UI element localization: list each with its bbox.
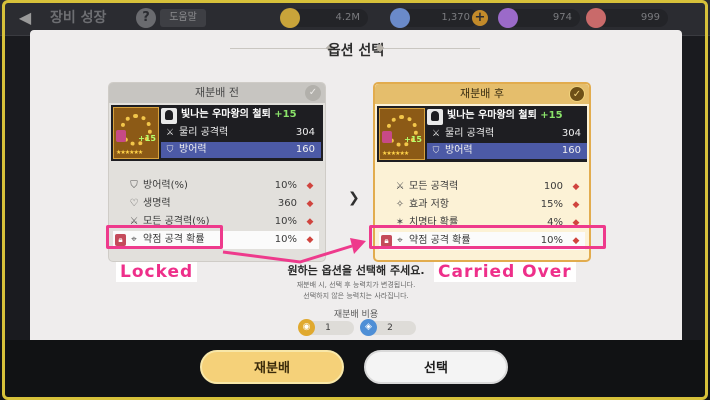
- target-icon: ⌖: [397, 235, 403, 246]
- ticket-icon: [586, 8, 606, 28]
- main-stat-row: ⚔ 물리 공격력 304: [431, 128, 581, 139]
- chevron-right-icon: ❯: [348, 190, 360, 206]
- reroll-icon: ◆: [306, 217, 314, 227]
- critical-icon: ✶: [395, 217, 405, 228]
- locked-option-row: 🔒︎ ⌖ 약점 공격 확률 10% ◆: [113, 231, 319, 249]
- blue-stone-icon: ◈: [360, 319, 377, 336]
- option-row: ⛉ 방어력(%) 10% ◆: [130, 180, 314, 191]
- ticket-currency: 999: [586, 8, 668, 28]
- gold-coin-icon: ◉: [298, 319, 315, 336]
- item-summary: +15 ★★★★★★ 빛나는 우마왕의 철퇴 +15 ⚔ 물리 공격력 304 ⛉…: [377, 106, 587, 162]
- reroll-icon: ◆: [572, 218, 580, 228]
- target-icon: ⌖: [131, 234, 137, 245]
- shield-pct-icon: ⛉: [130, 180, 138, 191]
- reroll-icon: ◆: [306, 181, 314, 191]
- carried-over-annotation: Carried Over: [434, 262, 576, 282]
- bottom-bar: [0, 340, 710, 400]
- reroll-icon: ◆: [306, 199, 314, 209]
- screen-title: 장비 성장: [50, 10, 107, 26]
- heart-icon: ♡: [129, 198, 139, 209]
- avatar: [427, 109, 443, 125]
- after-card-header: 재분배 후: [375, 84, 589, 104]
- item-name: 빛나는 우마왕의 철퇴 +15: [447, 110, 563, 121]
- guide-sub: 선택하지 않은 능력치는 사라집니다.: [303, 292, 409, 300]
- mace-item-icon: +15 ★★★★★★: [113, 107, 159, 159]
- after-redistribution-card[interactable]: 재분배 후 ✓ +15 ★★★★★★ 빛나는 우마왕의 철퇴 +15 ⚔ 물리 공…: [373, 82, 591, 262]
- item-name: 빛나는 우마왕의 철퇴 +15: [181, 109, 297, 120]
- reroll-icon: ◆: [572, 200, 580, 210]
- help-button[interactable]: 도움말: [160, 9, 206, 27]
- gem-icon: [390, 8, 410, 28]
- stamina-icon: [498, 8, 518, 28]
- shield-icon: ⛉: [432, 146, 440, 156]
- option-row: ✶ 치명타 확률 4% ◆: [395, 217, 580, 228]
- redistribute-button[interactable]: 재분배: [200, 350, 344, 384]
- option-row: ✧ 효과 저항 15% ◆: [395, 199, 580, 210]
- avatar: [161, 108, 177, 124]
- lock-icon[interactable]: 🔒︎: [381, 235, 392, 247]
- sword-icon: ⚔: [431, 129, 441, 139]
- main-stat-row: ⛉ 방어력 160: [427, 143, 587, 159]
- cost-gold: ◉ 1: [298, 319, 354, 336]
- locked-annotation: Locked: [116, 262, 198, 282]
- gem-currency: 1,370 +: [390, 8, 488, 28]
- lock-icon[interactable]: 🔒︎: [115, 234, 126, 246]
- crossed-swords-icon: ⚔: [395, 181, 405, 192]
- crossed-swords-icon: ⚔: [129, 216, 139, 227]
- option-row: ⚔ 모든 공격력 100 ◆: [395, 181, 580, 192]
- reroll-icon: ◆: [572, 182, 580, 192]
- before-card-header: 재분배 전: [109, 83, 325, 103]
- locked-option-row: 🔒︎ ⌖ 약점 공격 확률 10% ◆: [379, 232, 585, 250]
- title-divider-right: [380, 48, 480, 49]
- stamina-currency: 974: [498, 8, 580, 28]
- cost-stone: ◈ 2: [360, 319, 416, 336]
- sword-icon: ⚔: [165, 128, 175, 138]
- select-button[interactable]: 선택: [364, 350, 508, 384]
- add-gem-button[interactable]: +: [472, 10, 488, 26]
- cost-label: 재분배 비용: [333, 310, 379, 320]
- reroll-icon: ◆: [306, 235, 314, 245]
- panel-title: 옵션 선택: [327, 43, 385, 59]
- option-select-panel: 옵션 선택 재분배 전 ✓ +15 ★★★★★★ 빛나는 우마왕의 철퇴 +15 …: [30, 30, 682, 348]
- reroll-icon: ◆: [572, 236, 580, 246]
- main-stat-row: ⛉ 방어력 160: [161, 142, 321, 158]
- resist-icon: ✧: [395, 199, 405, 210]
- mace-item-icon: +15 ★★★★★★: [379, 108, 425, 160]
- help-icon[interactable]: ?: [136, 8, 156, 28]
- gold-currency: 4.2M: [280, 8, 368, 28]
- gold-coin-icon: [280, 8, 300, 28]
- item-summary: +15 ★★★★★★ 빛나는 우마왕의 철퇴 +15 ⚔ 물리 공격력 304 ⛉…: [111, 105, 323, 161]
- main-stat-row: ⚔ 물리 공격력 304: [165, 127, 315, 138]
- check-icon: ✓: [569, 86, 585, 102]
- option-row: ⚔ 모든 공격력(%) 10% ◆: [129, 216, 314, 227]
- before-redistribution-card[interactable]: 재분배 전 ✓ +15 ★★★★★★ 빛나는 우마왕의 철퇴 +15 ⚔ 물리 공…: [108, 82, 326, 262]
- option-row: ♡ 생명력 360 ◆: [129, 198, 314, 209]
- shield-icon: ⛉: [166, 145, 174, 155]
- game-screen: ◀ 장비 성장 ? 도움말 4.2M 1,370 + 974 999 옵션 선택…: [0, 0, 710, 400]
- back-arrow-icon[interactable]: ◀: [14, 8, 36, 28]
- check-icon: ✓: [305, 85, 321, 101]
